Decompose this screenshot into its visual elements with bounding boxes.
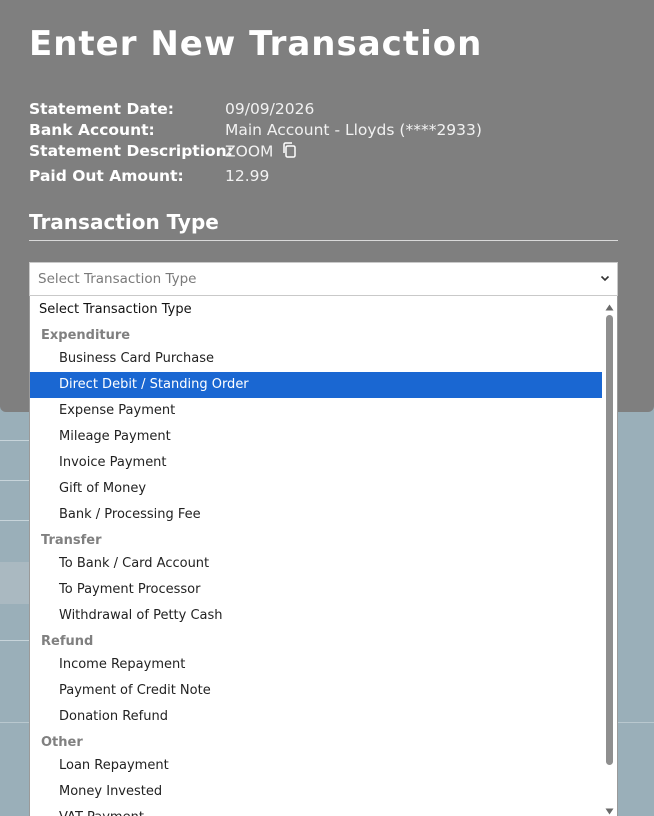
detail-bank-account: Bank Account: Main Account - Lloyds (***… (29, 121, 629, 142)
select-placeholder: Select Transaction Type (38, 271, 197, 287)
detail-label: Statement Date: (29, 100, 174, 118)
dropdown-scrollbar[interactable] (602, 296, 617, 816)
detail-label: Bank Account: (29, 121, 155, 139)
option-item[interactable]: Business Card Purchase (30, 346, 603, 372)
detail-value: Main Account - Lloyds (****2933) (225, 121, 482, 139)
option-item[interactable]: Money Invested (30, 779, 603, 805)
option-item[interactable]: Bank / Processing Fee (30, 502, 603, 528)
option-item[interactable]: Loan Repayment (30, 753, 603, 779)
detail-value: 12.99 (225, 167, 270, 185)
option-item[interactable]: Gift of Money (30, 476, 603, 502)
option-item[interactable]: Direct Debit / Standing Order (30, 372, 603, 398)
arrow-up-icon[interactable] (605, 300, 614, 315)
option-item[interactable]: Payment of Credit Note (30, 678, 603, 704)
transaction-type-dropdown[interactable]: Select Transaction Type Expenditure Busin… (29, 296, 618, 816)
section-title-transaction-type: Transaction Type (29, 210, 219, 234)
section-divider (29, 240, 618, 241)
scrollbar-thumb[interactable] (606, 315, 613, 765)
option-item[interactable]: To Bank / Card Account (30, 551, 603, 577)
modal-title: Enter New Transaction (29, 24, 483, 64)
bg-divider (0, 440, 30, 441)
detail-statement-description: Statement Description: ZOOM (29, 142, 629, 167)
bg-divider (0, 480, 30, 481)
option-item[interactable]: Invoice Payment (30, 450, 603, 476)
option-item[interactable]: Mileage Payment (30, 424, 603, 450)
chevron-down-icon (599, 272, 611, 288)
detail-statement-date: Statement Date: 09/09/2026 (29, 100, 629, 121)
detail-value: 09/09/2026 (225, 100, 315, 118)
option-item[interactable]: Withdrawal of Petty Cash (30, 603, 603, 629)
arrow-down-icon[interactable] (605, 804, 614, 816)
bg-block (0, 562, 30, 604)
detail-value: ZOOM (225, 142, 274, 161)
option-item[interactable]: To Payment Processor (30, 577, 603, 603)
copy-icon[interactable] (282, 142, 297, 162)
detail-value-wrap: ZOOM (225, 142, 297, 162)
option-item[interactable]: Income Repayment (30, 652, 603, 678)
option-item[interactable]: Expense Payment (30, 398, 603, 424)
statement-details: Statement Date: 09/09/2026 Bank Account:… (29, 100, 629, 188)
option-item[interactable]: Donation Refund (30, 704, 603, 730)
detail-paid-out-amount: Paid Out Amount: 12.99 (29, 167, 629, 188)
transaction-type-select[interactable]: Select Transaction Type (29, 262, 618, 296)
bg-divider (0, 640, 30, 641)
option-item[interactable]: VAT Payment (30, 805, 603, 816)
detail-label: Paid Out Amount: (29, 167, 184, 185)
option-select-transaction-type[interactable]: Select Transaction Type (30, 297, 603, 323)
detail-label: Statement Description: (29, 142, 233, 160)
bg-divider (0, 520, 30, 521)
